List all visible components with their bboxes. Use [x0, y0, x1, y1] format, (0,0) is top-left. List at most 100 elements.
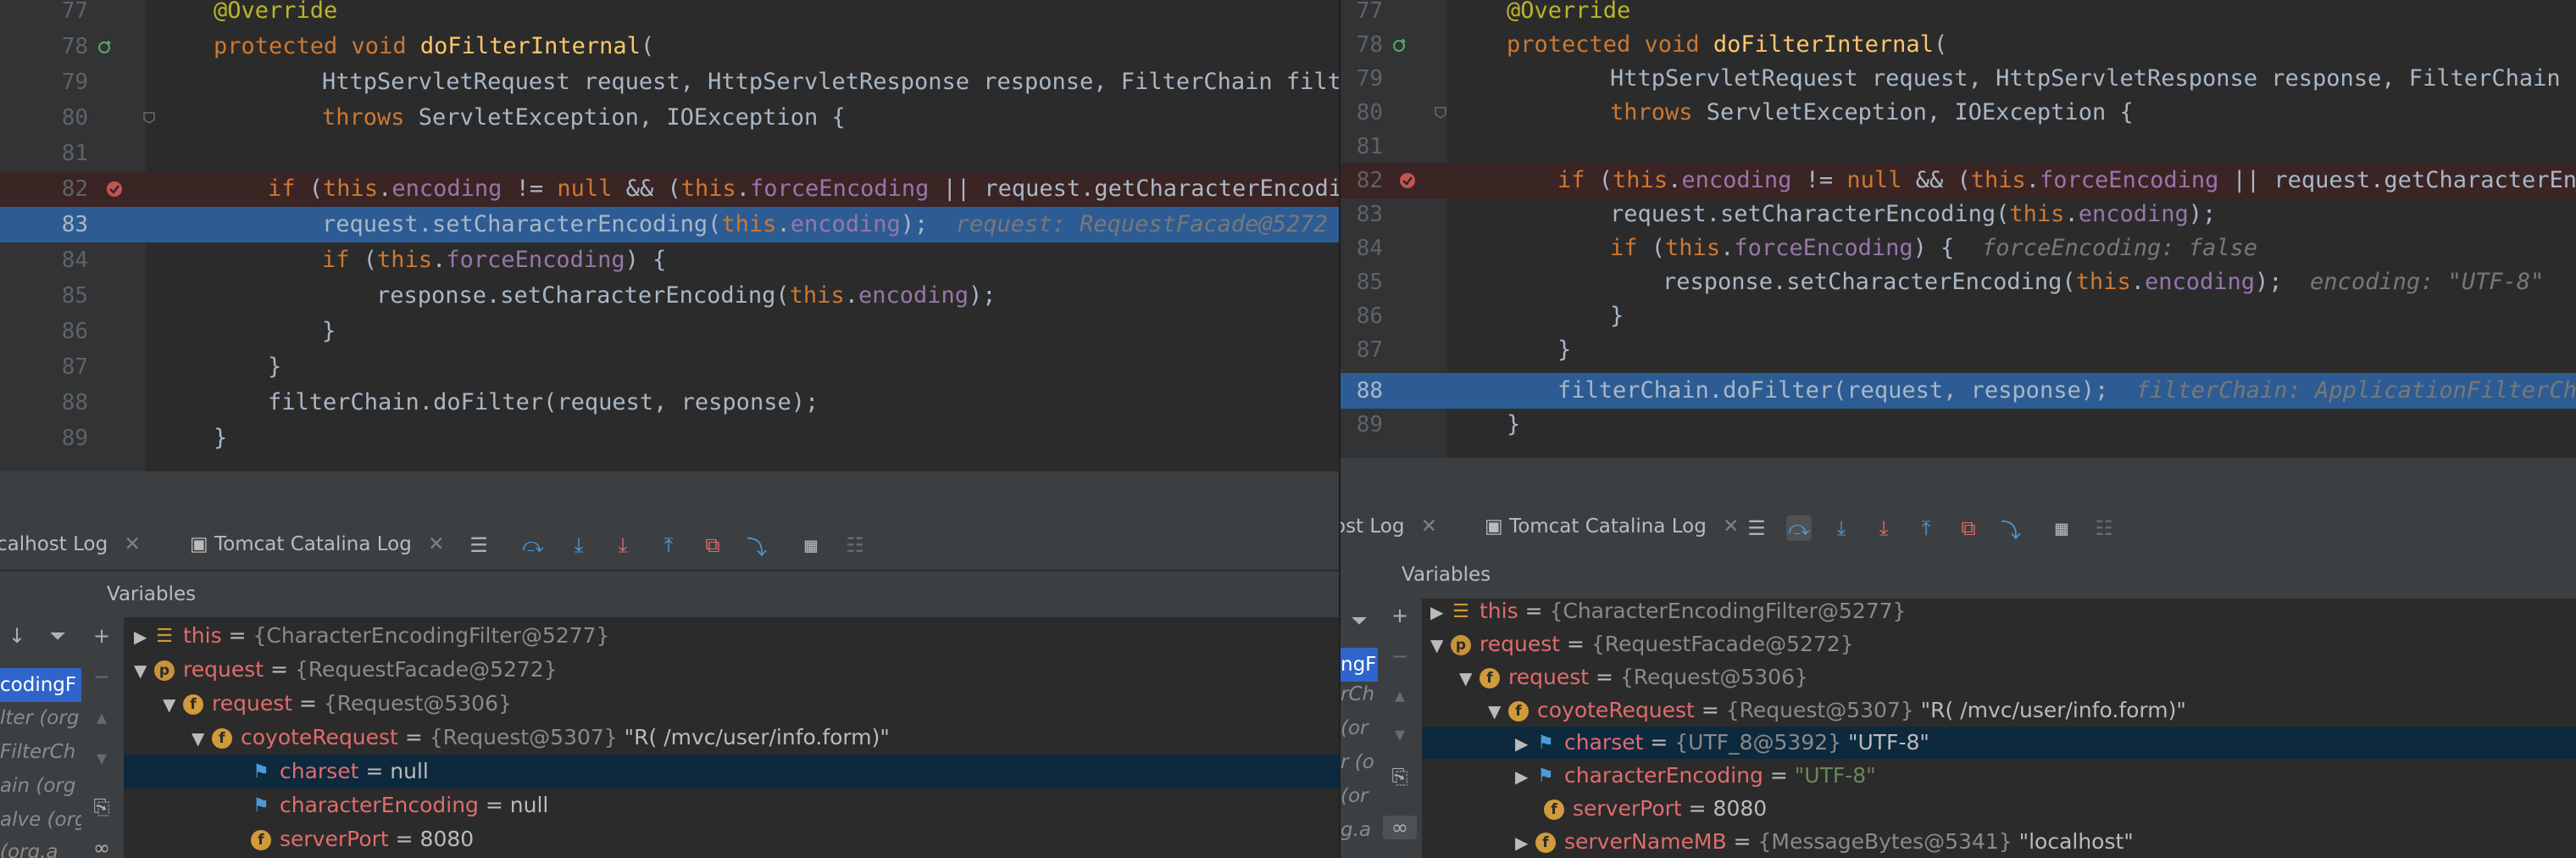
code-line[interactable]: 84 if (this.forceEncoding) { forceEncodi… [1341, 231, 2576, 266]
code-line[interactable]: 85 response.setCharacterEncoding(this.en… [0, 278, 1339, 314]
tab-tomcat-catalina-log[interactable]: ▣ Tomcat Catalina Log ✕ [190, 519, 444, 570]
code-line[interactable]: 85 response.setCharacterEncoding(this.en… [1341, 265, 2576, 300]
breakpoint-line[interactable]: 82 if (this.encoding != null && (this.fo… [0, 171, 1339, 207]
code-line[interactable]: 80 throws ServletException, IOException … [1341, 95, 2576, 131]
frame-item[interactable]: ngF [1341, 648, 1378, 682]
drop-frame-icon[interactable]: ⧉ [1956, 515, 1981, 541]
variable-row[interactable]: ▼ p request = {RequestFacade@5272} [1422, 628, 2576, 660]
frame-item[interactable]: (or [1341, 785, 1368, 807]
filter-icon[interactable]: ⏷ [1342, 609, 1376, 632]
add-watch-icon[interactable]: + [1383, 604, 1417, 627]
panel-splitter[interactable] [0, 471, 1339, 521]
current-execution-line[interactable]: 88 filterChain.doFilter(request, respons… [1341, 373, 2576, 409]
frame-item[interactable]: r (o [1341, 751, 1374, 773]
move-down-icon[interactable]: ▾ [85, 746, 119, 770]
drop-frame-icon[interactable]: ⧉ [700, 532, 725, 558]
override-marker-icon[interactable] [98, 40, 112, 53]
code-editor[interactable]: 77 @Override 78 protected void doFilterI… [1341, 0, 2576, 458]
variable-row[interactable]: f serverPort = 8080 [1422, 793, 2576, 825]
close-icon[interactable]: ✕ [1421, 515, 1437, 538]
code-line[interactable]: 84 if (this.forceEncoding) { [0, 242, 1339, 278]
code-line[interactable]: 89 } [0, 421, 1339, 456]
tab-localhost-log[interactable]: calhost Log ✕ [0, 519, 141, 570]
tab-localhost-log[interactable]: ost Log ✕ [1341, 502, 1437, 551]
step-out-icon[interactable]: ⤒ [1913, 515, 1939, 541]
copy-icon[interactable]: ⎘ [1383, 765, 1417, 788]
close-icon[interactable]: ✕ [1723, 515, 1739, 538]
collapse-icon[interactable]: ▼ [163, 688, 183, 722]
code-line[interactable]: 81 [0, 136, 1339, 171]
variable-row[interactable]: ▶ ☰ this = {CharacterEncodingFilter@5277} [124, 619, 1339, 653]
variable-row[interactable]: ▶ f serverNameMB = {MessageBytes@5341} "lo… [1422, 826, 2576, 858]
collapse-icon[interactable]: ▼ [192, 722, 212, 755]
step-over-icon[interactable]: ⤼ [1786, 515, 1812, 541]
breakpoint-icon[interactable] [1398, 171, 1417, 190]
add-watch-icon[interactable]: + [85, 624, 119, 648]
code-line[interactable]: 79 HttpServletRequest request, HttpServl… [0, 64, 1339, 100]
collapse-icon[interactable]: ▼ [1459, 662, 1480, 694]
force-step-into-icon[interactable]: ⤓ [1871, 515, 1896, 541]
menu-icon[interactable]: ☰ [466, 532, 491, 558]
current-execution-line[interactable]: 83 request.setCharacterEncoding(this.enc… [0, 207, 1339, 242]
code-line[interactable]: 78 protected void doFilterInternal( [1341, 27, 2576, 63]
step-into-icon[interactable]: ⤓ [1829, 515, 1854, 541]
variable-row-selected[interactable]: ⚑ charset = null [124, 755, 1339, 788]
filter-icon[interactable]: ⏷ [41, 624, 75, 648]
watches-icon[interactable]: ∞ [85, 836, 119, 858]
code-line[interactable]: 83 request.setCharacterEncoding(this.enc… [1341, 197, 2576, 232]
frame-item[interactable]: lter (org [0, 707, 79, 729]
variable-row[interactable]: ▶ ⚑ characterEncoding = "UTF-8" [1422, 760, 2576, 792]
trace-icon[interactable]: ☷ [2091, 515, 2117, 541]
collapse-icon[interactable]: ▼ [1488, 695, 1508, 727]
expand-icon[interactable]: ▶ [1515, 760, 1535, 793]
code-line[interactable]: 86 } [0, 314, 1339, 349]
panel-splitter[interactable] [1341, 458, 2576, 504]
step-into-icon[interactable]: ⤓ [566, 532, 591, 558]
fold-icon[interactable] [1434, 106, 1447, 120]
variable-row[interactable]: ▼ f coyoteRequest = {Request@5307} "R( /mv… [1422, 694, 2576, 727]
step-over-icon[interactable]: ⤼ [520, 532, 546, 558]
code-line[interactable]: 80 throws ServletException, IOException … [0, 100, 1339, 136]
evaluate-expression-icon[interactable]: ▦ [798, 532, 824, 558]
fold-icon[interactable] [142, 111, 156, 125]
variable-row[interactable]: ▶ ☰ this = {CharacterEncodingFilter@5277} [1422, 595, 2576, 627]
variable-row[interactable]: ▼ f request = {Request@5306} [124, 687, 1339, 721]
code-line[interactable]: 87 } [1341, 332, 2576, 368]
variable-row[interactable]: ▼ p request = {RequestFacade@5272} [124, 653, 1339, 687]
collapse-icon[interactable]: ▼ [1430, 629, 1451, 661]
trace-icon[interactable]: ☷ [842, 532, 868, 558]
code-editor[interactable]: 77 @Override 78 protected void doFilterI… [0, 0, 1339, 475]
frame-item[interactable]: (org.a [0, 841, 58, 858]
step-out-icon[interactable]: ⤒ [656, 532, 681, 558]
override-marker-icon[interactable] [1393, 38, 1407, 52]
frame-item[interactable]: (or [1341, 717, 1368, 739]
code-line[interactable]: 87 } [0, 349, 1339, 385]
frame-item[interactable]: alve (org [0, 809, 81, 831]
variable-row[interactable]: ▼ f request = {Request@5306} [1422, 661, 2576, 694]
code-line[interactable]: 89 } [1341, 407, 2576, 443]
code-line[interactable]: 81 [1341, 129, 2576, 164]
frame-item[interactable]: FilterCh [0, 741, 75, 763]
move-up-icon[interactable]: ▴ [85, 705, 119, 729]
frame-item[interactable]: g.a [1341, 819, 1371, 841]
close-icon[interactable]: ✕ [428, 533, 444, 555]
remove-watch-icon[interactable]: − [1383, 644, 1417, 668]
tab-tomcat-catalina-log[interactable]: ▣ Tomcat Catalina Log ✕ [1485, 502, 1739, 551]
move-down-icon[interactable]: ▾ [1383, 722, 1417, 746]
collapse-icon[interactable]: ▼ [134, 654, 154, 688]
frame-item[interactable]: codingF [0, 668, 81, 702]
code-line[interactable]: 78 protected void doFilterInternal( [0, 29, 1339, 64]
remove-watch-icon[interactable]: − [85, 665, 119, 688]
frame-item[interactable]: rCh [1341, 683, 1374, 705]
variable-row[interactable]: ⚑ characterEncoding = null [124, 788, 1339, 822]
code-line[interactable]: 77 @Override [1341, 0, 2576, 29]
code-line[interactable]: 88 filterChain.doFilter(request, respons… [0, 385, 1339, 421]
frame-item[interactable]: ain (org [0, 775, 75, 797]
force-step-into-icon[interactable]: ⤓ [610, 532, 636, 558]
run-to-cursor-icon[interactable]: ⤵ [744, 532, 769, 560]
evaluate-expression-icon[interactable]: ▦ [2049, 515, 2074, 541]
breakpoint-line[interactable]: 82 if (this.encoding != null && (this.fo… [1341, 163, 2576, 198]
code-line[interactable]: 86 } [1341, 298, 2576, 334]
menu-icon[interactable]: ☰ [1744, 515, 1769, 541]
variable-row[interactable]: f serverPort = 8080 [124, 822, 1339, 856]
